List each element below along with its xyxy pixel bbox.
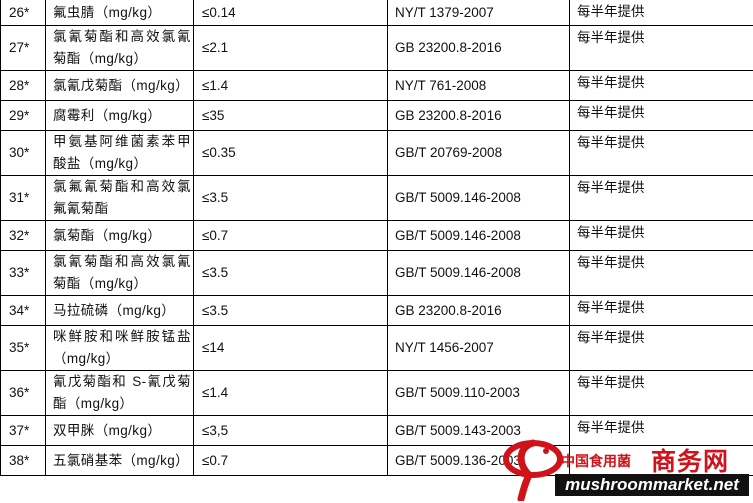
table-row: 26* 氟虫腈（mg/kg） ≤0.14 NY/T 1379-2007 每半年提… — [0, 0, 753, 26]
row-number: 36* — [0, 370, 46, 416]
test-method: NY/T 761-2008 — [387, 70, 570, 101]
limit-value: ≤3.5 — [193, 175, 388, 221]
table-row: 29* 腐霉利（mg/kg） ≤35 GB 23200.8-2016 每半年提供 — [0, 100, 753, 131]
test-method: GB 23200.8-2016 — [387, 295, 570, 326]
frequency: 每半年提供 — [569, 130, 753, 176]
limit-value: ≤2.1 — [193, 25, 388, 71]
item-name: 甲氨基阿维菌素苯甲酸盐（mg/kg） — [45, 130, 194, 176]
limit-value: ≤35 — [193, 100, 388, 131]
limit-value: ≤0.7 — [193, 445, 388, 476]
limit-value: ≤0.35 — [193, 130, 388, 176]
frequency: 每半年提供 — [569, 70, 753, 101]
frequency: 每半年提供 — [569, 0, 753, 26]
watermark-url: mushroommarket.net — [555, 474, 749, 496]
test-method: GB/T 5009.146-2008 — [387, 250, 570, 296]
row-number: 35* — [0, 325, 46, 371]
item-name: 氟虫腈（mg/kg） — [45, 0, 194, 26]
test-method: GB 23200.8-2016 — [387, 25, 570, 71]
table-row: 28* 氯氰戊菊酯（mg/kg） ≤1.4 NY/T 761-2008 每半年提… — [0, 70, 753, 101]
document-page: 26* 氟虫腈（mg/kg） ≤0.14 NY/T 1379-2007 每半年提… — [0, 0, 753, 503]
row-number: 27* — [0, 25, 46, 71]
row-number: 34* — [0, 295, 46, 326]
limit-value: ≤3,5 — [193, 415, 388, 446]
frequency: 每半年提供 — [569, 370, 753, 416]
item-name: 氯氰菊酯和高效氯氰菊酯（mg/kg） — [45, 25, 194, 71]
limit-value: ≤3.5 — [193, 295, 388, 326]
frequency: 每半年提供 — [569, 295, 753, 326]
limit-value: ≤14 — [193, 325, 388, 371]
test-method: NY/T 1456-2007 — [387, 325, 570, 371]
item-name: 咪鲜胺和咪鲜胺锰盐（mg/kg） — [45, 325, 194, 371]
frequency: 每半年提供 — [569, 325, 753, 371]
test-method: GB/T 5009.146-2008 — [387, 220, 570, 251]
test-method: GB/T 20769-2008 — [387, 130, 570, 176]
row-number: 28* — [0, 70, 46, 101]
limit-value: ≤1.4 — [193, 70, 388, 101]
frequency: 每半年提供 — [569, 250, 753, 296]
test-method: NY/T 1379-2007 — [387, 0, 570, 26]
test-method: GB 23200.8-2016 — [387, 100, 570, 131]
item-name: 氯氟氰菊酯和高效氯氟氰菊酯 — [45, 175, 194, 221]
test-method: GB/T 5009.146-2008 — [387, 175, 570, 221]
limit-value: ≤1.4 — [193, 370, 388, 416]
row-number: 26* — [0, 0, 46, 26]
frequency: 每半年提供 — [569, 175, 753, 221]
watermark-chinese-small: 中国食用菌 — [561, 453, 631, 469]
row-number: 33* — [0, 250, 46, 296]
frequency: 每半年提供 — [569, 25, 753, 71]
table-row: 32* 氯菊酯（mg/kg） ≤0.7 GB/T 5009.146-2008 每… — [0, 220, 753, 251]
table-row: 30* 甲氨基阿维菌素苯甲酸盐（mg/kg） ≤0.35 GB/T 20769-… — [0, 130, 753, 176]
table-row: 34* 马拉硫磷（mg/kg） ≤3.5 GB 23200.8-2016 每半年… — [0, 295, 753, 326]
item-name: 氰戊菊酯和 S-氰戊菊酯（mg/kg） — [45, 370, 194, 416]
item-name: 氯氰菊酯和高效氯氰菊酯（mg/kg） — [45, 250, 194, 296]
table-row: 33* 氯氰菊酯和高效氯氰菊酯（mg/kg） ≤3.5 GB/T 5009.14… — [0, 250, 753, 296]
item-name: 双甲脒（mg/kg） — [45, 415, 194, 446]
item-name: 腐霉利（mg/kg） — [45, 100, 194, 131]
row-number: 30* — [0, 130, 46, 176]
item-name: 氯菊酯（mg/kg） — [45, 220, 194, 251]
table-row: 27* 氯氰菊酯和高效氯氰菊酯（mg/kg） ≤2.1 GB 23200.8-2… — [0, 25, 753, 71]
test-method: GB/T 5009.110-2003 — [387, 370, 570, 416]
table-row: 35* 咪鲜胺和咪鲜胺锰盐（mg/kg） ≤14 NY/T 1456-2007 … — [0, 325, 753, 371]
frequency: 每半年提供 — [569, 220, 753, 251]
row-number: 29* — [0, 100, 46, 131]
row-number: 31* — [0, 175, 46, 221]
pesticide-limits-table: 26* 氟虫腈（mg/kg） ≤0.14 NY/T 1379-2007 每半年提… — [0, 0, 753, 476]
item-name: 五氯硝基苯（mg/kg） — [45, 445, 194, 476]
row-number: 37* — [0, 415, 46, 446]
row-number: 32* — [0, 220, 46, 251]
limit-value: ≤0.7 — [193, 220, 388, 251]
site-watermark: 中国食用菌 商务网 mushroommarket.net — [499, 437, 751, 501]
limit-value: ≤3.5 — [193, 250, 388, 296]
watermark-chinese-big: 商务网 — [651, 448, 730, 476]
table-row: 36* 氰戊菊酯和 S-氰戊菊酯（mg/kg） ≤1.4 GB/T 5009.1… — [0, 370, 753, 416]
item-name: 马拉硫磷（mg/kg） — [45, 295, 194, 326]
limit-value: ≤0.14 — [193, 0, 388, 26]
table-row: 31* 氯氟氰菊酯和高效氯氟氰菊酯 ≤3.5 GB/T 5009.146-200… — [0, 175, 753, 221]
frequency: 每半年提供 — [569, 100, 753, 131]
item-name: 氯氰戊菊酯（mg/kg） — [45, 70, 194, 101]
row-number: 38* — [0, 445, 46, 476]
